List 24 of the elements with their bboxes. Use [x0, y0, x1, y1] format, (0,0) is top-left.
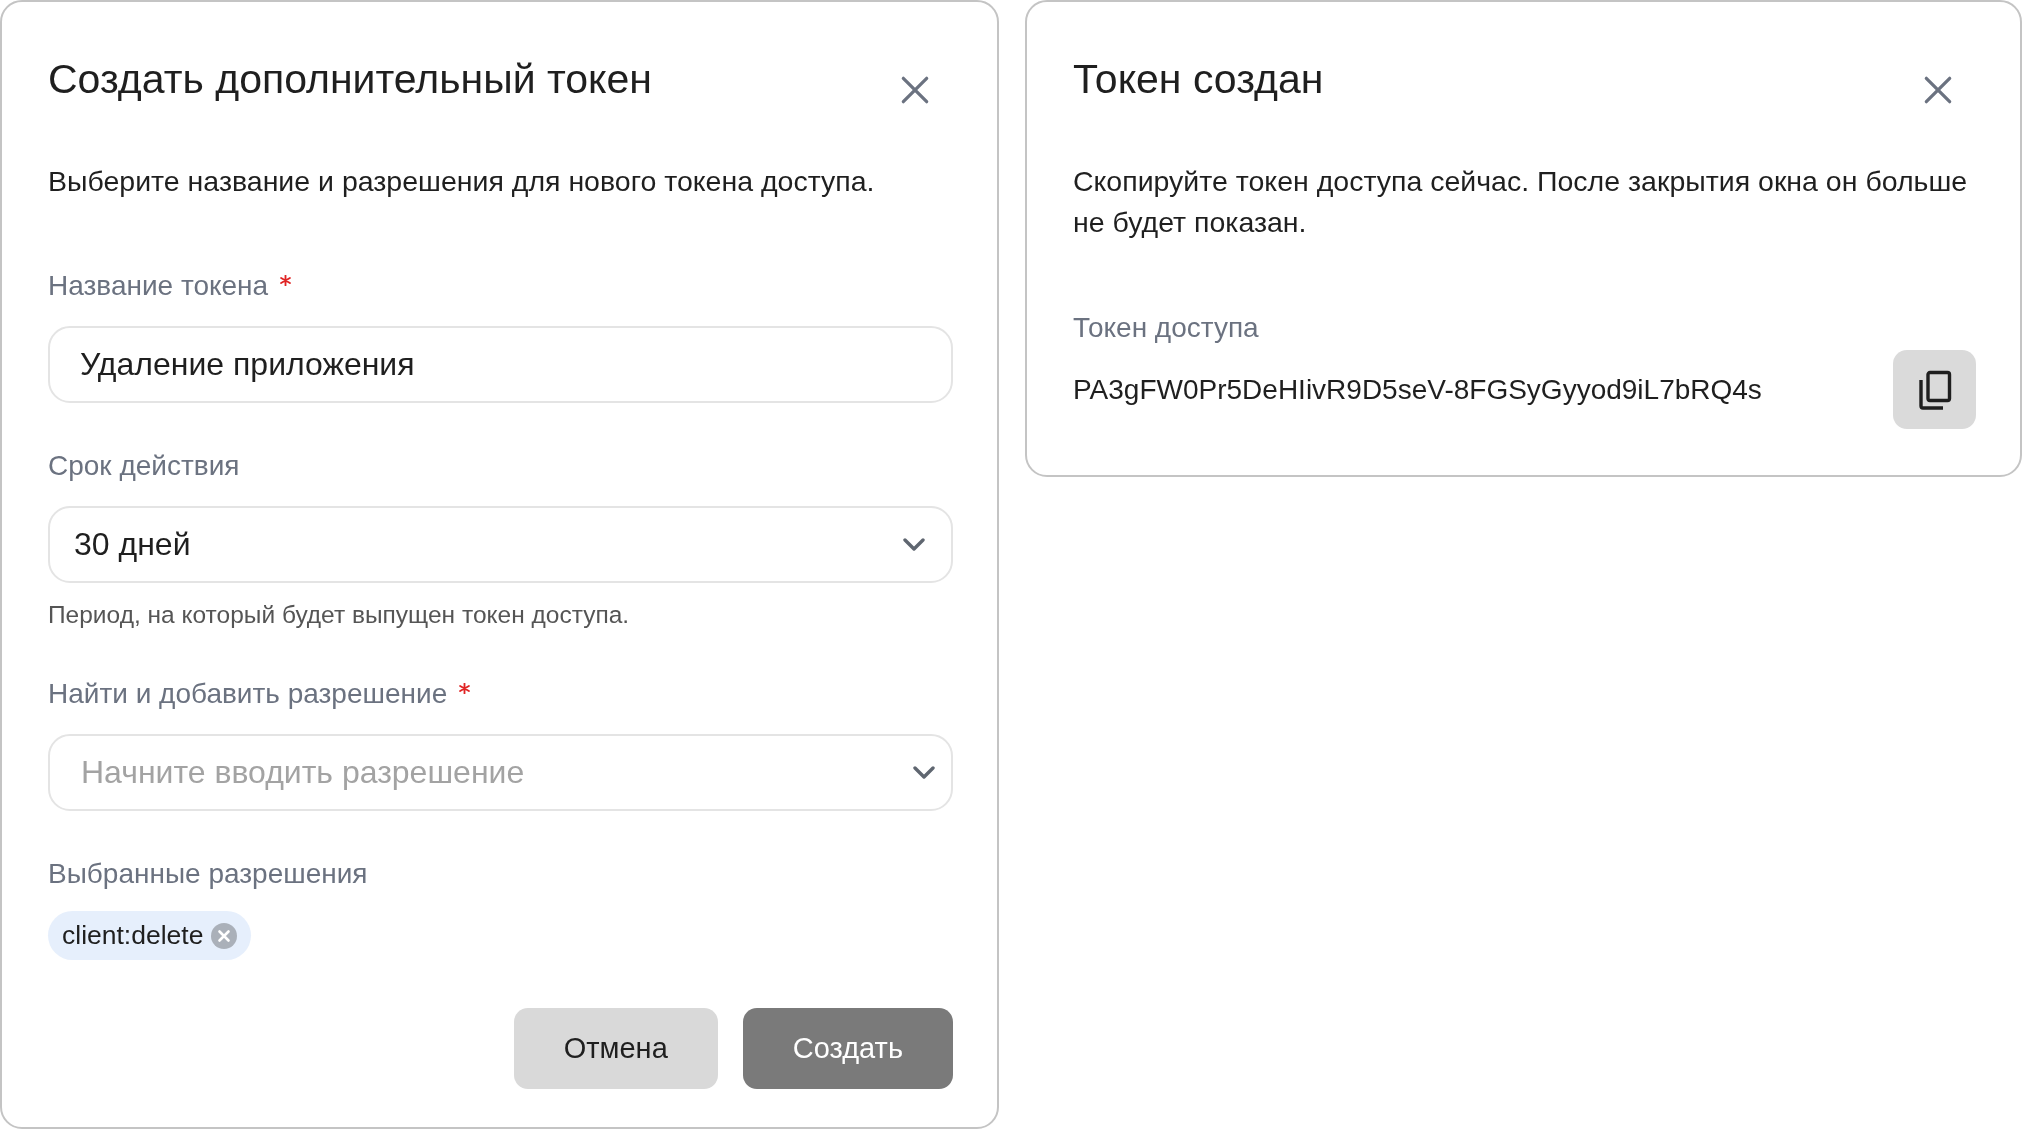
- dialog-description: Выберите название и разрешения для нового токена доступа.: [48, 164, 876, 199]
- close-icon: [1924, 76, 1952, 104]
- field-label: Токен доступа: [1073, 311, 1259, 345]
- copy-icon: [1917, 369, 1952, 410]
- input-field[interactable]: Удаление приложения: [48, 326, 953, 403]
- cancel-button[interactable]: Отмена: [513, 1008, 718, 1089]
- close-button[interactable]: [1924, 76, 1952, 104]
- dialog-description: Скопируйте токен доступа сейчас. После закрытия окна он больше не будет показан.: [1073, 164, 1969, 240]
- chevron-down-icon: [913, 766, 935, 779]
- create-button[interactable]: Создать: [742, 1008, 953, 1089]
- helper-text: Период, на который будет выпущен токен доступа.: [48, 600, 631, 630]
- copy-button[interactable]: [1893, 350, 1976, 429]
- dialog-title: Создать дополнительный токен: [48, 55, 652, 103]
- close-icon: [901, 76, 929, 104]
- close-button[interactable]: [901, 76, 929, 104]
- field-label: Найти и добавить разрешение: [48, 677, 448, 711]
- field-label: Название токена: [48, 269, 269, 303]
- field-label: Срок действия: [48, 449, 240, 483]
- chevron-down-icon: [903, 538, 925, 551]
- field-label: Выбранные разрешения: [48, 857, 368, 891]
- permission-chip[interactable]: client:delete: [48, 911, 252, 960]
- dialog-title: Токен создан: [1073, 55, 1324, 103]
- select-field[interactable]: 30 дней: [48, 506, 953, 583]
- token-value: PA3gFW0Pr5DeHIivR9D5seV-8FGSyGyyod9iL7bRQ4s: [1073, 372, 1762, 407]
